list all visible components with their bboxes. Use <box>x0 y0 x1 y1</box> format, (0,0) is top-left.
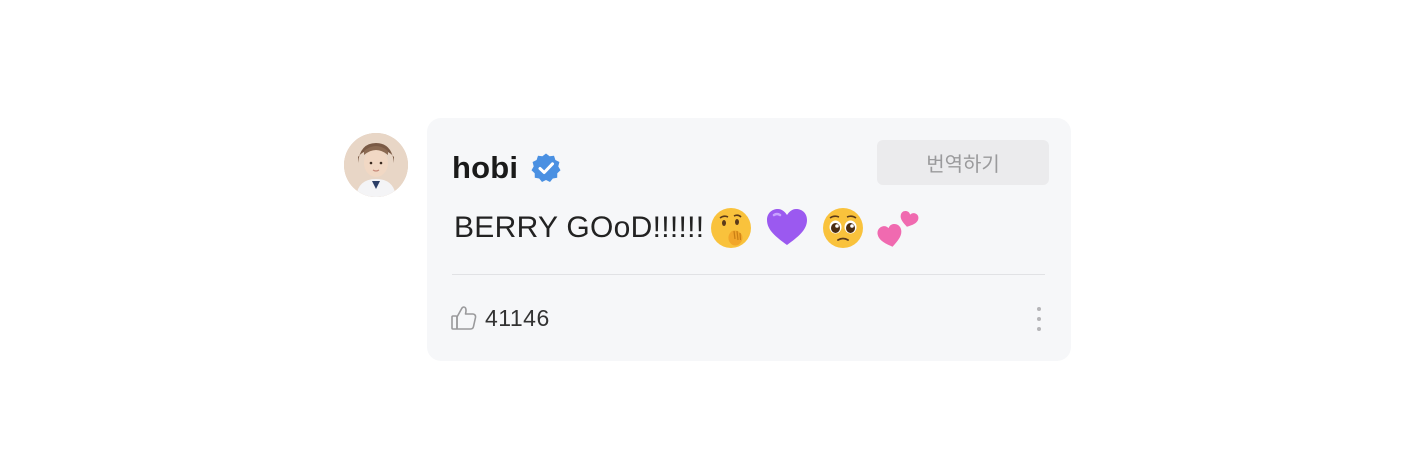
divider <box>452 274 1045 275</box>
like-count: 41146 <box>485 304 550 331</box>
thumbs-up-icon[interactable] <box>450 304 478 332</box>
shushing-face-emoji-icon <box>708 205 754 251</box>
comment-bubble: hobi 번역하기 BERRY GOoD!!!!!! 41146 <box>427 118 1071 361</box>
two-hearts-emoji-icon <box>876 205 922 251</box>
comment-header: hobi <box>452 146 562 190</box>
more-vertical-icon[interactable] <box>1033 304 1045 334</box>
comment-footer: 41146 <box>450 300 550 336</box>
comment-text: BERRY GOoD!!!!!! <box>454 211 705 244</box>
username[interactable]: hobi <box>452 150 518 186</box>
emoji-group <box>708 205 922 251</box>
verified-badge-icon <box>530 152 562 184</box>
purple-heart-emoji-icon <box>764 205 810 251</box>
pleading-face-emoji-icon <box>820 205 866 251</box>
comment-card: hobi 번역하기 BERRY GOoD!!!!!! 41146 <box>0 0 1404 468</box>
translate-button[interactable]: 번역하기 <box>877 140 1049 185</box>
avatar[interactable] <box>344 133 408 197</box>
comment-body: BERRY GOoD!!!!!! <box>454 202 922 254</box>
